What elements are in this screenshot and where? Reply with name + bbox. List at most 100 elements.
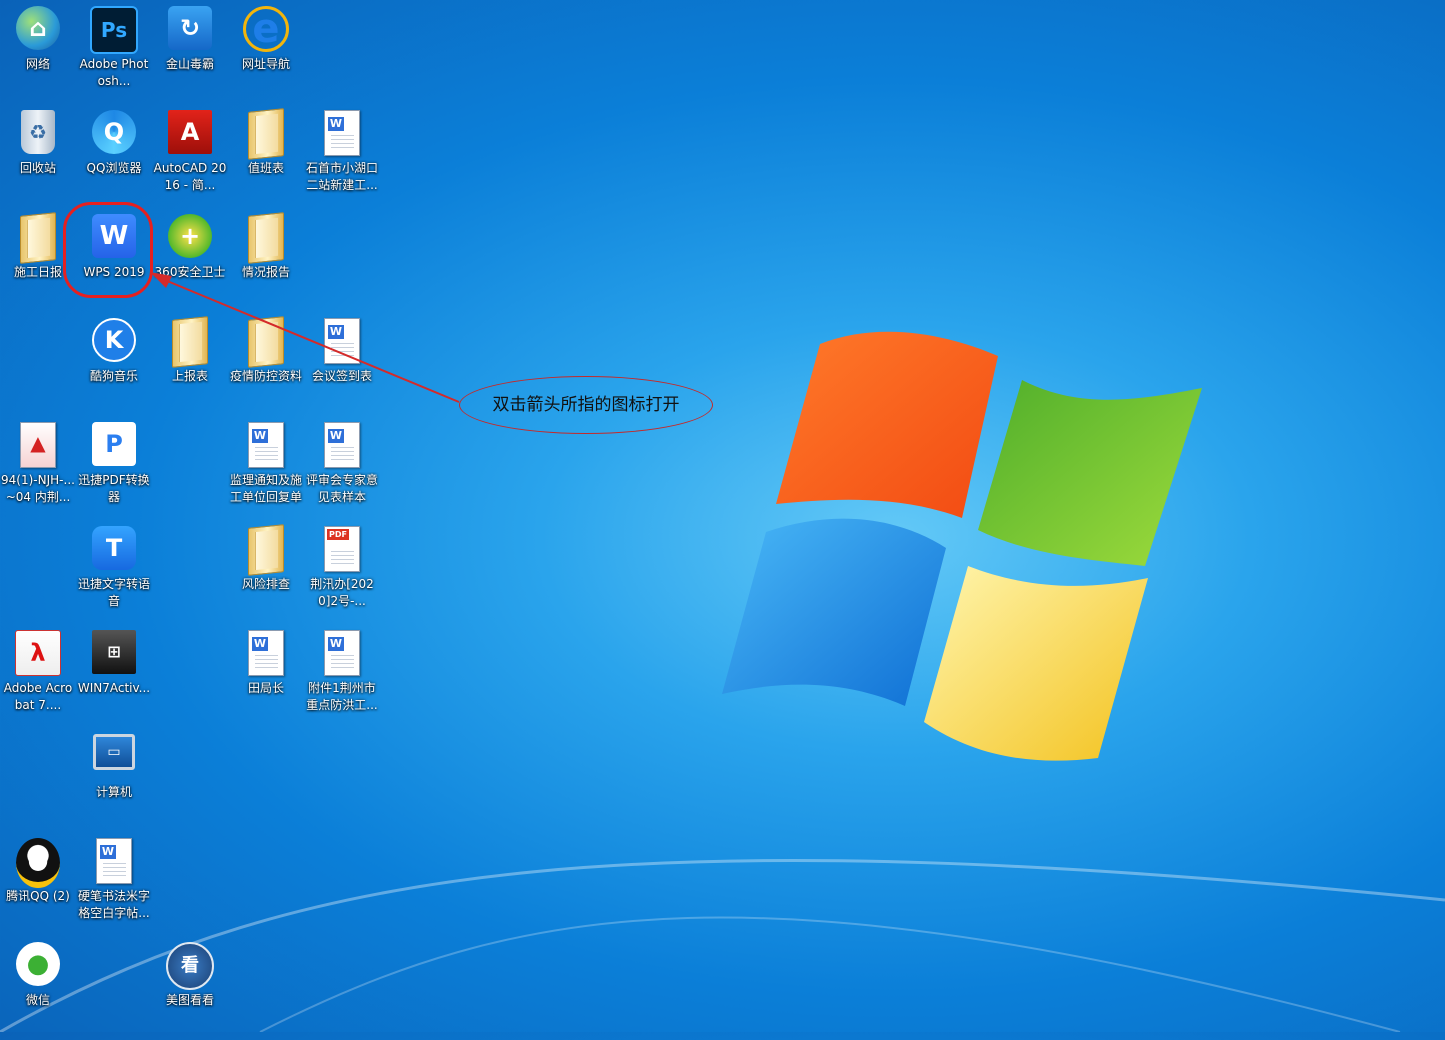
desktop-icon[interactable]: K 酷狗音乐 <box>76 312 152 416</box>
desktop-icon[interactable]: PDF 荆汛办[2020]2号-... <box>304 520 380 624</box>
desktop-icon-label: 网址导航 <box>241 57 290 71</box>
computer-icon: ▭ <box>90 734 138 782</box>
desktop-icon[interactable]: 上报表 <box>152 312 228 416</box>
desktop-icon-label: 荆汛办[2020]2号-... <box>310 577 374 608</box>
desktop-icon[interactable]: Q QQ浏览器 <box>76 104 152 208</box>
desktop-icon[interactable]: 疫情防控资料 <box>228 312 304 416</box>
desktop-icon[interactable]: ● 微信 <box>0 936 76 1040</box>
desktop-icon[interactable]: 看美图看看 <box>152 936 228 1040</box>
desktop-icon-label: 会议签到表 <box>311 369 372 383</box>
logo-red-pane <box>776 331 998 518</box>
desktop-icon-label: 田局长 <box>247 681 284 695</box>
callout-bubble: 双击箭头所指的图标打开 <box>459 376 713 434</box>
xunjie-pdf-icon: P <box>90 422 138 470</box>
network-icon: ⌂ <box>14 6 62 54</box>
win7-activator-icon: ⊞ <box>90 630 138 678</box>
recycle-bin-icon: ♻ <box>14 110 62 158</box>
desktop-icon[interactable]: ↻ 金山毒霸 <box>152 0 228 104</box>
desktop-icon[interactable]: 值班表 <box>228 104 304 208</box>
folder-icon <box>166 316 214 368</box>
desktop-icon[interactable]: W 附件1荆州市重点防洪工... <box>304 624 380 728</box>
desktop-icon[interactable]: W 田局长 <box>228 624 304 728</box>
desktop-icon-label: 回收站 <box>19 161 56 175</box>
word-doc-icon: W <box>318 630 366 678</box>
desktop-icon-label: 附件1荆州市重点防洪工... <box>306 681 378 712</box>
desktop-icon-label: AutoCAD 2016 - 简... <box>153 161 227 192</box>
jinshan-duba-icon: ↻ <box>166 6 214 54</box>
desktop-icon-label: 值班表 <box>247 161 284 175</box>
desktop-icon[interactable]: W 石首市小湖口二站新建工... <box>304 104 380 208</box>
xunjie-voice-icon: T <box>90 526 138 574</box>
meitu-kankan-icon: 看 <box>166 942 214 990</box>
desktop-icon-label: 计算机 <box>95 785 132 799</box>
pdf-red-icon: ▲ <box>14 422 62 470</box>
wechat-icon: ● <box>14 942 62 990</box>
desktop-icon[interactable]: e 网址导航 <box>228 0 304 104</box>
logo-green-pane <box>978 380 1202 566</box>
qq-icon: ◕ <box>14 838 62 888</box>
desktop-icon[interactable]: 风险排查 <box>228 520 304 624</box>
desktop-icon-label: 石首市小湖口二站新建工... <box>305 161 378 192</box>
photoshop-icon: Ps <box>90 6 138 54</box>
desktop-icon-label: 美图看看 <box>165 993 214 1007</box>
folder-icon <box>242 212 290 264</box>
desktop-icon-label: Adobe Photosh... <box>79 57 149 88</box>
desktop-icon[interactable]: λ Adobe Acrobat 7.... <box>0 624 76 728</box>
ie-icon: e <box>242 6 290 54</box>
pdf-doc-icon: PDF <box>318 526 366 574</box>
360-safe-icon: + <box>166 214 214 262</box>
desktop-icon[interactable]: ▲ 94(1)-NJH-...~04 内荆... <box>0 416 76 520</box>
desktop-icon[interactable]: +360安全卫士 <box>152 208 228 312</box>
folder-icon <box>242 316 290 368</box>
folder-icon <box>242 524 290 576</box>
desktop-icon[interactable]: Ps Adobe Photosh... <box>76 0 152 104</box>
desktop-icon-label: 评审会专家意见表样本 <box>305 473 378 504</box>
desktop-icon[interactable]: W 硬笔书法米字格空白字帖... <box>76 832 152 936</box>
word-doc-icon: W <box>318 318 366 366</box>
desktop-icon-label: 微信 <box>25 993 50 1007</box>
desktop-icon-label: 风险排查 <box>241 577 290 591</box>
desktop-icon-label: 硬笔书法米字格空白字帖... <box>77 889 150 920</box>
highlight-circle <box>63 202 153 298</box>
desktop-icon[interactable]: 情况报告 <box>228 208 304 312</box>
desktop-icon[interactable]: P 迅捷PDF转换器 <box>76 416 152 520</box>
desktop-icon[interactable]: A AutoCAD 2016 - 简... <box>152 104 228 208</box>
autocad-icon: A <box>166 110 214 158</box>
word-doc-icon: W <box>318 422 366 470</box>
qq-browser-icon: Q <box>90 110 138 158</box>
desktop-icon-label: 监理通知及施工单位回复单 <box>229 473 302 504</box>
desktop-icon[interactable]: W 监理通知及施工单位回复单 <box>228 416 304 520</box>
desktop-icon-label: 金山毒霸 <box>165 57 214 71</box>
desktop-icon[interactable]: W 评审会专家意见表样本 <box>304 416 380 520</box>
desktop-icon[interactable]: T 迅捷文字转语音 <box>76 520 152 624</box>
desktop-icon-label: QQ浏览器 <box>86 161 142 175</box>
desktop-icon[interactable]: ◕ 腾讯QQ (2) <box>0 832 76 936</box>
word-doc-icon: W <box>318 110 366 158</box>
desktop-icon-label: 酷狗音乐 <box>89 369 138 383</box>
desktop-icon-label: Adobe Acrobat 7.... <box>3 681 73 712</box>
desktop-icon[interactable]: W 会议签到表 <box>304 312 380 416</box>
word-doc-icon: W <box>242 422 290 470</box>
desktop-icon-label: 迅捷PDF转换器 <box>78 473 150 504</box>
logo-blue-pane <box>722 518 946 706</box>
desktop-icon[interactable]: ⊞ WIN7Activ... <box>76 624 152 728</box>
desktop-icon[interactable]: ▭ 计算机 <box>76 728 152 832</box>
desktop-icon-label: 网络 <box>25 57 50 71</box>
acrobat-icon: λ <box>14 630 62 678</box>
desktop-icon-label: 上报表 <box>171 369 208 383</box>
desktop-icon[interactable]: ⌂ 网络 <box>0 0 76 104</box>
folder-icon <box>242 108 290 160</box>
desktop-icon-label: 疫情防控资料 <box>229 369 302 383</box>
kugou-icon: K <box>90 318 138 366</box>
desktop-icon-label: 94(1)-NJH-...~04 内荆... <box>1 473 75 504</box>
desktop-icon-label: 迅捷文字转语音 <box>77 577 150 608</box>
desktop-icon[interactable]: ♻ 回收站 <box>0 104 76 208</box>
desktop-icon-label: 腾讯QQ (2) <box>6 889 70 903</box>
folder-icon <box>14 212 62 264</box>
logo-yellow-pane <box>924 566 1148 761</box>
desktop-icon-label: WIN7Activ... <box>77 681 151 695</box>
word-doc-icon: W <box>242 630 290 678</box>
desktop-icon-label: 360安全卫士 <box>154 265 226 279</box>
word-doc-icon: W <box>90 838 138 886</box>
desktop-icon-label: 情况报告 <box>241 265 290 279</box>
